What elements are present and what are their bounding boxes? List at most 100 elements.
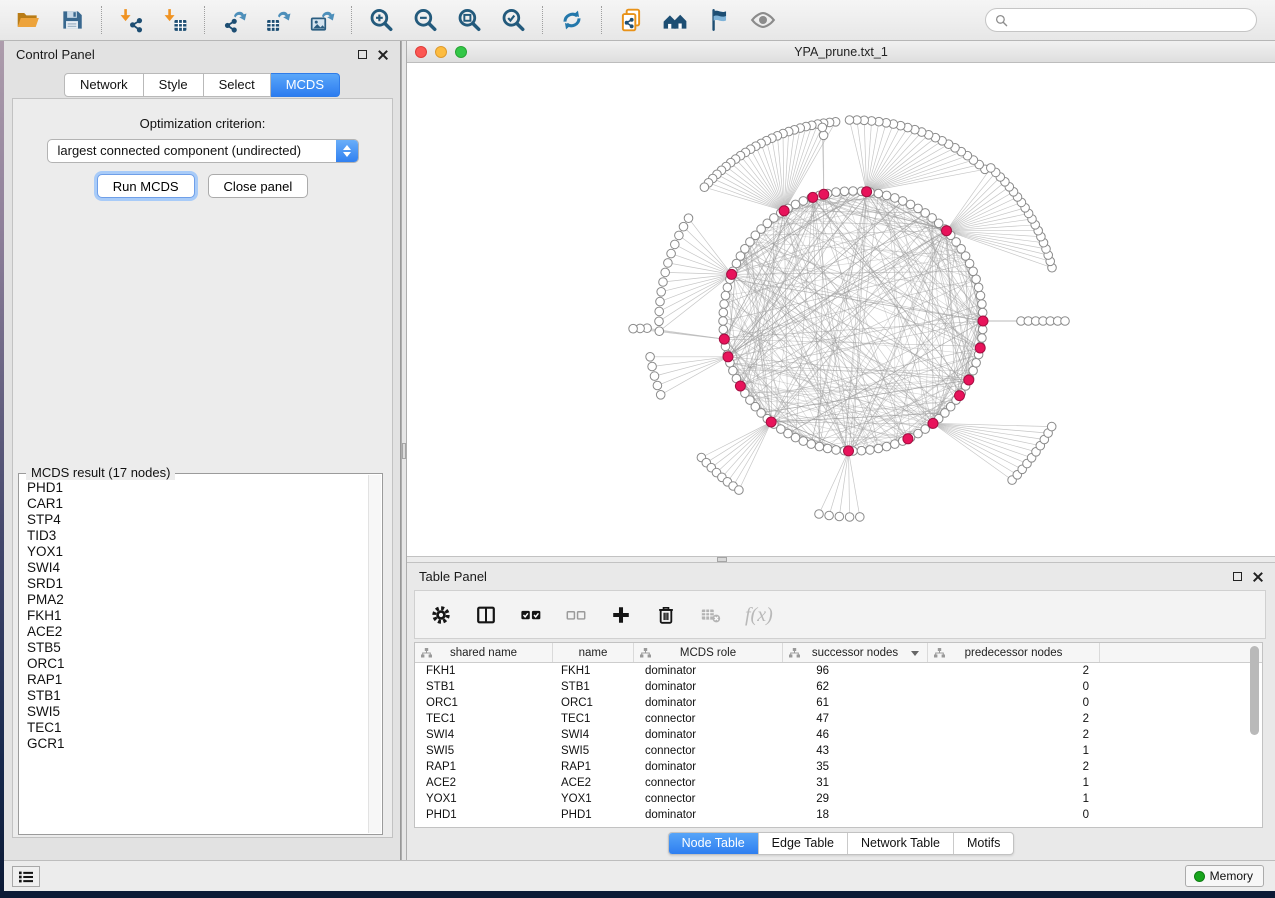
network-node[interactable]: [656, 391, 665, 400]
network-node[interactable]: [825, 511, 834, 520]
network-node[interactable]: [735, 486, 744, 495]
result-list-item[interactable]: TEC1: [20, 720, 367, 736]
network-node[interactable]: [1061, 317, 1070, 326]
export-image-button[interactable]: [304, 5, 340, 36]
network-node[interactable]: [969, 267, 978, 276]
result-list-item[interactable]: ORC1: [20, 656, 367, 672]
table-row[interactable]: SWI5SWI5connector431: [415, 743, 1262, 759]
network-node[interactable]: [661, 268, 670, 277]
network-node[interactable]: [659, 278, 668, 287]
optimization-criterion-select[interactable]: largest connected component (undirected): [47, 139, 359, 163]
split-columns-icon[interactable]: [475, 604, 497, 626]
close-panel-button[interactable]: Close panel: [208, 174, 309, 198]
network-node[interactable]: [974, 283, 983, 292]
network-node[interactable]: [832, 446, 841, 455]
network-node[interactable]: [629, 324, 638, 333]
result-list-item[interactable]: SWI5: [20, 704, 367, 720]
result-list-item[interactable]: CAR1: [20, 496, 367, 512]
network-node[interactable]: [976, 291, 985, 300]
float-panel-icon[interactable]: [358, 50, 367, 59]
network-hub-node[interactable]: [819, 189, 829, 199]
refresh-button[interactable]: [554, 5, 590, 36]
result-list-item[interactable]: GCR1: [20, 736, 367, 752]
horizontal-splitter[interactable]: [407, 556, 1275, 563]
network-hub-node[interactable]: [942, 226, 952, 236]
network-node[interactable]: [655, 327, 664, 336]
select-all-icon[interactable]: [520, 604, 542, 626]
tab-node-table[interactable]: Node Table: [669, 833, 758, 854]
network-node[interactable]: [664, 259, 673, 268]
network-node[interactable]: [898, 197, 907, 206]
result-list-item[interactable]: TID3: [20, 528, 367, 544]
tab-edge-table[interactable]: Edge Table: [758, 833, 847, 854]
network-node[interactable]: [721, 291, 730, 300]
network-hub-node[interactable]: [719, 334, 729, 344]
result-list-item[interactable]: SRD1: [20, 576, 367, 592]
splitter-grip[interactable]: [717, 557, 727, 562]
network-hub-node[interactable]: [723, 352, 733, 362]
network-node[interactable]: [656, 297, 665, 306]
network-node[interactable]: [823, 444, 832, 453]
network-node[interactable]: [732, 259, 741, 268]
network-node[interactable]: [799, 437, 808, 446]
network-node[interactable]: [840, 187, 849, 196]
network-hub-node[interactable]: [975, 343, 985, 353]
network-node[interactable]: [700, 183, 709, 192]
share-network-button[interactable]: [613, 5, 649, 36]
network-node[interactable]: [874, 444, 883, 453]
result-list-item[interactable]: FKH1: [20, 608, 367, 624]
network-node[interactable]: [978, 300, 987, 309]
float-panel-icon[interactable]: [1233, 572, 1242, 581]
import-network-button[interactable]: [113, 5, 149, 36]
network-node[interactable]: [807, 440, 816, 449]
table-row[interactable]: SWI4SWI4dominator462: [415, 727, 1262, 743]
tab-motifs[interactable]: Motifs: [953, 833, 1013, 854]
network-node[interactable]: [882, 442, 891, 451]
result-list-item[interactable]: STB1: [20, 688, 367, 704]
network-node[interactable]: [720, 300, 729, 309]
network-node[interactable]: [845, 513, 854, 522]
delete-icon[interactable]: [655, 604, 677, 626]
tab-select[interactable]: Select: [204, 73, 271, 97]
result-list-item[interactable]: PMA2: [20, 592, 367, 608]
network-node[interactable]: [675, 231, 684, 240]
network-node[interactable]: [653, 381, 662, 390]
tab-network[interactable]: Network: [64, 73, 144, 97]
memory-button[interactable]: Memory: [1185, 865, 1264, 887]
network-hub-node[interactable]: [766, 417, 776, 427]
network-node[interactable]: [866, 446, 875, 455]
network-node[interactable]: [723, 283, 732, 292]
network-node[interactable]: [882, 191, 891, 200]
network-node[interactable]: [819, 131, 828, 140]
show-eye-button[interactable]: [745, 5, 781, 36]
column-header-shared-name[interactable]: shared name: [415, 643, 553, 662]
export-network-button[interactable]: [216, 5, 252, 36]
network-hub-node[interactable]: [928, 418, 938, 428]
network-node[interactable]: [791, 433, 800, 442]
network-node[interactable]: [679, 222, 688, 231]
network-node[interactable]: [799, 197, 808, 206]
table-row[interactable]: TEC1TEC1connector472: [415, 711, 1262, 727]
network-node[interactable]: [849, 187, 858, 196]
result-list-item[interactable]: RAP1: [20, 672, 367, 688]
gear-icon[interactable]: [430, 604, 452, 626]
home-networks-button[interactable]: [657, 5, 693, 36]
network-node[interactable]: [657, 288, 666, 297]
network-node[interactable]: [646, 353, 655, 362]
network-node[interactable]: [818, 123, 827, 132]
save-button[interactable]: [54, 5, 90, 36]
zoom-out-button[interactable]: [407, 5, 443, 36]
result-list-item[interactable]: STB5: [20, 640, 367, 656]
tab-mcds[interactable]: MCDS: [271, 73, 340, 97]
add-column-icon[interactable]: [610, 604, 632, 626]
export-table-button[interactable]: [260, 5, 296, 36]
result-list-item[interactable]: ACE2: [20, 624, 367, 640]
tab-network-table[interactable]: Network Table: [847, 833, 953, 854]
network-hub-node[interactable]: [862, 187, 872, 197]
result-list-item[interactable]: SWI4: [20, 560, 367, 576]
search-input[interactable]: [1014, 13, 1247, 27]
result-list-item[interactable]: STP4: [20, 512, 367, 528]
search-field[interactable]: [985, 8, 1257, 32]
table-row[interactable]: ACE2ACE2connector311: [415, 775, 1262, 791]
network-node[interactable]: [1047, 422, 1056, 431]
